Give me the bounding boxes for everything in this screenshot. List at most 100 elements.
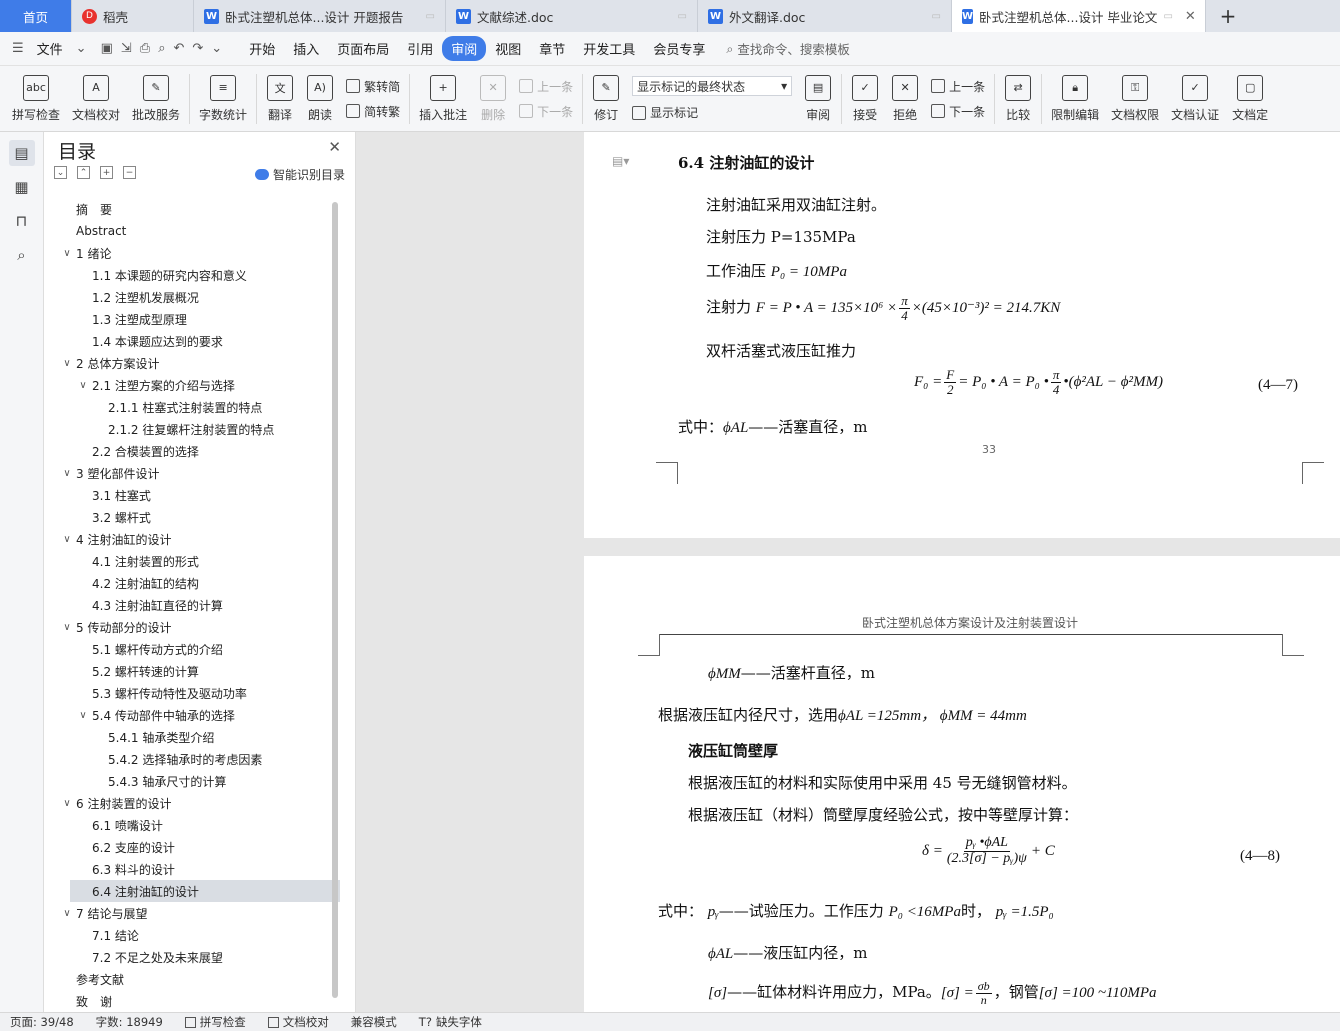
save-icon[interactable]: ▣ <box>97 41 117 56</box>
toc-item[interactable]: 4.2 注射油缸的结构 <box>44 572 340 594</box>
collapse-all-icon[interactable]: ⌃ <box>77 166 90 179</box>
bookmark-icon[interactable]: ⊓ <box>9 208 35 234</box>
doc-certify-button[interactable]: ✓ 文档认证 <box>1165 69 1225 129</box>
preview-icon[interactable]: ⌕ <box>154 41 169 56</box>
toc-item[interactable]: 致 谢 <box>44 990 340 1012</box>
toc-item[interactable]: 2.1.2 往复螺杆注射装置的特点 <box>44 418 340 440</box>
translate-button[interactable]: 文翻译 <box>260 69 300 129</box>
restrict-edit-button[interactable]: 🔒︎ 限制编辑 <box>1045 69 1105 129</box>
toc-item[interactable]: 2.1.1 柱塞式注射装置的特点 <box>44 396 340 418</box>
menu-reference[interactable]: 引用 <box>398 36 442 61</box>
toc-item[interactable]: 5.1 螺杆传动方式的介绍 <box>44 638 340 660</box>
toc-item[interactable]: ∨ 1 绪论 <box>44 242 340 264</box>
chevron-down-icon[interactable]: ⌄ <box>207 41 226 56</box>
next-comment-button[interactable]: 下一条 <box>519 103 573 120</box>
expand-all-icon[interactable]: ⌄ <box>54 166 67 179</box>
word-count-button[interactable]: ≡ 字数统计 <box>193 69 253 129</box>
spell-check-toggle[interactable]: 拼写检查 <box>184 1014 246 1030</box>
toc-item[interactable]: ∨ 2 总体方案设计 <box>44 352 340 374</box>
toc-item[interactable]: 2.2 合模装置的选择 <box>44 440 340 462</box>
toc-item[interactable]: 6.2 支座的设计 <box>44 836 340 858</box>
chevron-down-icon[interactable]: ∨ <box>76 710 90 721</box>
insert-comment-button[interactable]: + 插入批注 <box>413 69 473 129</box>
trad-to-simp-button[interactable]: 繁转简 <box>346 78 400 95</box>
tab-home[interactable]: 首页 <box>0 0 72 32</box>
toc-item[interactable]: 4.1 注射装置的形式 <box>44 550 340 572</box>
toc-item[interactable]: ∨ 3 塑化部件设计 <box>44 462 340 484</box>
chevron-down-icon[interactable]: ∨ <box>60 358 74 369</box>
chevron-down-icon[interactable]: ∨ <box>60 908 74 919</box>
print-icon[interactable]: ⎙ <box>136 41 154 56</box>
track-changes-button[interactable]: ✎ 修订 <box>586 69 626 129</box>
toc-item[interactable]: 1.3 注塑成型原理 <box>44 308 340 330</box>
tab-translation[interactable]: W 外文翻译.doc ▭ <box>698 0 952 32</box>
toc-item[interactable]: 6.4 注射油缸的设计 <box>70 880 340 902</box>
menu-devtools[interactable]: 开发工具 <box>574 36 644 61</box>
toc-item[interactable]: 5.4.3 轴承尺寸的计算 <box>44 770 340 792</box>
toc-item[interactable]: 1.4 本课题应达到的要求 <box>44 330 340 352</box>
prev-comment-button[interactable]: 上一条 <box>519 78 573 95</box>
menu-start[interactable]: 开始 <box>240 36 284 61</box>
menu-insert[interactable]: 插入 <box>284 36 328 61</box>
reject-button[interactable]: ✕ 拒绝 <box>885 69 925 129</box>
toc-item[interactable]: 3.1 柱塞式 <box>44 484 340 506</box>
chevron-down-icon[interactable]: ∨ <box>76 380 90 391</box>
word-count[interactable]: 字数: 18949 <box>96 1014 163 1030</box>
prev-revision-button[interactable]: 上一条 <box>931 78 985 95</box>
missing-font-button[interactable]: T? 缺失字体 <box>419 1014 482 1030</box>
undo-icon[interactable]: ↶ <box>169 41 188 56</box>
tab-docer[interactable]: D 稻壳 <box>72 0 194 32</box>
chevron-down-icon[interactable]: ∨ <box>60 534 74 545</box>
chevron-down-icon[interactable]: ∨ <box>60 468 74 479</box>
menu-layout[interactable]: 页面布局 <box>328 36 398 61</box>
toc-item[interactable]: 7.1 结论 <box>44 924 340 946</box>
tab-literature[interactable]: W 文献综述.doc ▭ <box>446 0 698 32</box>
toc-item[interactable]: 7.2 不足之处及未来展望 <box>44 946 340 968</box>
toc-item[interactable]: 摘 要 <box>44 198 340 220</box>
menu-file[interactable]: 文件 <box>28 36 72 61</box>
toc-item[interactable]: ∨ 7 结论与展望 <box>44 902 340 924</box>
review-pane-button[interactable]: ▤ 审阅 <box>798 69 838 129</box>
remove-level-icon[interactable]: − <box>123 166 136 179</box>
doc-proof-button[interactable]: A 文档校对 <box>66 69 126 129</box>
toc-item[interactable]: 1.2 注塑机发展概况 <box>44 286 340 308</box>
toc-item[interactable]: ∨ 5 传动部分的设计 <box>44 616 340 638</box>
new-tab-button[interactable]: + <box>1206 0 1250 32</box>
chevron-down-icon[interactable]: ⌄ <box>72 41 91 56</box>
toc-item[interactable]: 参考文献 <box>44 968 340 990</box>
search-icon[interactable]: ⌕ <box>9 242 35 268</box>
show-markup-button[interactable]: 显示标记 <box>632 104 792 121</box>
toc-item[interactable]: Abstract <box>44 220 340 242</box>
toc-item[interactable]: 5.4.1 轴承类型介绍 <box>44 726 340 748</box>
toc-item[interactable]: 5.3 螺杆传动特性及驱动功率 <box>44 682 340 704</box>
smart-toc-button[interactable]: 智能识别目录 <box>254 166 345 183</box>
accept-button[interactable]: ✓ 接受 <box>845 69 885 129</box>
read-aloud-button[interactable]: A) 朗读 <box>300 69 340 129</box>
menu-review[interactable]: 审阅 <box>442 36 487 61</box>
command-search[interactable]: ⌕ 查找命令、搜索模板 <box>726 39 850 58</box>
markup-state-select[interactable]: 显示标记的最终状态 ▾ <box>632 76 793 96</box>
menu-chapter[interactable]: 章节 <box>530 36 574 61</box>
toc-scrollbar[interactable] <box>332 202 338 998</box>
next-revision-button[interactable]: 下一条 <box>931 103 985 120</box>
chevron-down-icon[interactable]: ∨ <box>60 798 74 809</box>
toc-item[interactable]: 5.4.2 选择轴承时的考虑因素 <box>44 748 340 770</box>
page-indicator[interactable]: 页面: 39/48 <box>10 1014 74 1030</box>
doc-finalize-button[interactable]: ▢ 文档定 <box>1225 69 1275 129</box>
compare-button[interactable]: ⇄ 比较 <box>998 69 1038 129</box>
add-level-icon[interactable]: + <box>100 166 113 179</box>
toc-item[interactable]: 4.3 注射油缸直径的计算 <box>44 594 340 616</box>
chevron-down-icon[interactable]: ∨ <box>60 248 74 259</box>
simp-to-trad-button[interactable]: 简转繁 <box>346 103 400 120</box>
export-icon[interactable]: ⇲ <box>117 41 136 56</box>
toc-item[interactable]: ∨ 4 注射油缸的设计 <box>44 528 340 550</box>
doc-rights-button[interactable]: ⚿ 文档权限 <box>1105 69 1165 129</box>
redo-icon[interactable]: ↷ <box>188 41 207 56</box>
tab-proposal[interactable]: W 卧式注塑机总体...设计 开题报告 ▭ <box>194 0 446 32</box>
toc-item[interactable]: ∨ 2.1 注塑方案的介绍与选择 <box>44 374 340 396</box>
hamburger-icon[interactable]: ☰ <box>8 41 28 56</box>
toc-item[interactable]: 1.1 本课题的研究内容和意义 <box>44 264 340 286</box>
toc-item[interactable]: 3.2 螺杆式 <box>44 506 340 528</box>
doc-proof-toggle[interactable]: 文档校对 <box>267 1014 329 1030</box>
paragraph-menu-icon[interactable]: ▤▾ <box>612 154 629 168</box>
